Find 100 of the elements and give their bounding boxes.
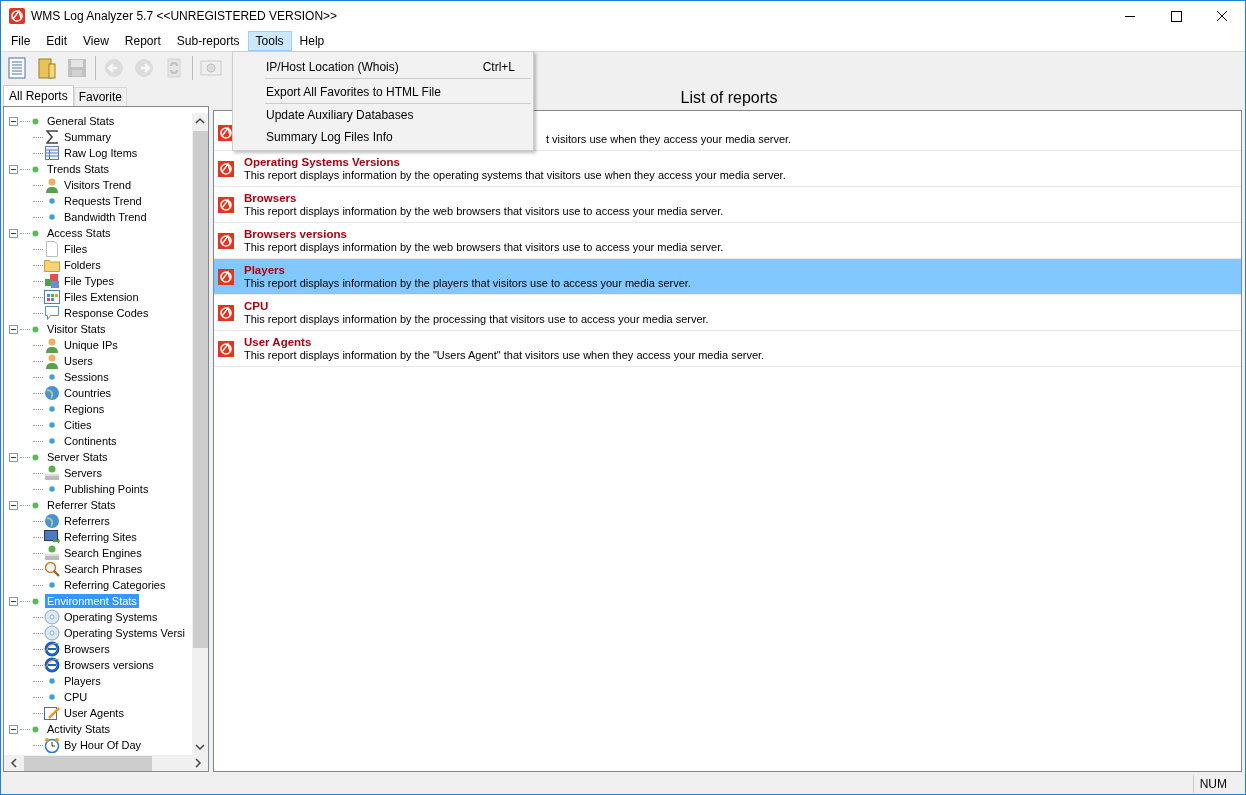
collapse-toggle-icon[interactable] [9,452,18,462]
status-dot-icon [32,117,39,125]
tree-item[interactable]: Folders [64,259,101,271]
tree-item[interactable]: User Agents [64,707,124,719]
tree-item[interactable]: Summary [64,131,112,143]
grid-icon [44,289,60,305]
person-icon [44,177,60,193]
tree-item[interactable]: Files Extension [64,291,139,303]
tree-item[interactable]: Countries [64,387,112,399]
sigma-icon [46,130,58,144]
tree-item[interactable]: Sessions [64,371,109,383]
tree-group[interactable]: Server Stats [45,450,110,464]
bullet-icon [49,406,55,412]
report-title: Browsers [244,191,298,205]
collapse-toggle-icon[interactable] [9,724,18,734]
tree-group[interactable]: Activity Stats [45,722,112,736]
menu-item[interactable]: File [3,31,39,51]
tree-item[interactable]: Unique IPs [64,339,118,351]
scroll-up-icon[interactable] [195,117,205,125]
collapse-toggle-icon[interactable] [9,324,18,334]
tree-item[interactable]: Publishing Points [64,483,149,495]
menu-item[interactable]: Report [116,31,169,51]
report-title: User Agents [244,335,313,349]
menu-item[interactable]: View [75,31,117,51]
tree-group[interactable]: General Stats [45,114,117,128]
report-title: CPU [244,299,270,313]
bullet-icon [49,582,55,588]
alarm-clock-icon [44,737,60,753]
bullet-icon [49,678,55,684]
tab[interactable]: Favorite [73,87,128,106]
browser-e-icon [44,641,60,657]
tree-group[interactable]: Trends Stats [45,162,111,176]
tree-item[interactable]: Regions [64,403,105,415]
tree-item[interactable]: Users [64,355,93,367]
tree-item[interactable]: By Hour Of Day [64,739,142,751]
table-icon [44,145,60,161]
tree-item[interactable]: Referrers [64,515,110,527]
tree-item[interactable]: Visitors Trend [64,179,132,191]
menu-item[interactable]: Edit [38,31,76,51]
tree-item[interactable]: Operating Systems [64,611,158,623]
tree-item[interactable]: Operating Systems Versi [64,627,186,639]
collapse-toggle-icon[interactable] [9,596,18,606]
file-icon [45,241,59,257]
scroll-right-icon[interactable] [194,758,202,768]
tab[interactable]: All Reports [3,85,74,106]
status-dot-icon [32,325,39,333]
scroll-down-icon[interactable] [195,743,205,751]
tree-item[interactable]: Continents [64,435,117,447]
tree-item[interactable]: Requests Trend [64,195,142,207]
tree-item[interactable]: Referring Categories [64,579,166,591]
scroll-left-icon[interactable] [10,758,18,768]
report-description: This report displays information by the processing that visitors use to access your media server. [244,312,709,326]
menu-item[interactable]: Help [291,31,333,51]
tree-item[interactable]: Search Phrases [64,563,143,575]
report-row[interactable]: Browsers This report displays information by the web browsers that visitors use to access your media server. [214,187,1241,223]
menu-item[interactable]: Sub-reports [168,31,248,51]
tree-group[interactable]: Visitor Stats [45,322,108,336]
monitor-icon [44,529,60,545]
tree-item[interactable]: Files [64,243,88,255]
horizontal-scrollbar[interactable] [4,755,208,771]
status-dot-icon [32,725,39,733]
collapse-toggle-icon[interactable] [9,116,18,126]
person-icon [44,353,60,369]
tree-item[interactable]: Browsers [64,643,110,655]
disc-icon [44,609,60,625]
report-description: This report displays information by the operating systems that visitors use when they access your media server. [244,168,786,182]
report-row[interactable]: User Agents This report displays information by the "Users Agent" that visitors use when they access your media server. [214,331,1241,367]
report-description: This report displays information by the "Users Agent" that visitors use when they access your media server. [244,348,765,362]
report-description: This report displays information by the web browsers that visitors use to access your media server. [244,204,724,218]
tree-item[interactable]: Bandwidth Trend [64,211,147,223]
tree-item[interactable]: Raw Log Items [64,147,138,159]
speech-bubble-icon [44,305,60,321]
report-description: This report displays information by the web browsers that visitors use to access your media server. [244,240,724,254]
collapse-toggle-icon[interactable] [9,228,18,238]
tree-item[interactable]: Players [64,675,101,687]
pencil-window-icon [44,705,60,721]
tree-item[interactable]: Browsers versions [64,659,154,671]
menu-item[interactable]: Summary Log Files Info [233,126,533,148]
collapse-toggle-icon[interactable] [9,500,18,510]
tree-item[interactable]: Cities [64,419,92,431]
bullet-icon [49,198,55,204]
report-row[interactable]: CPU This report displays information by the processing that visitors use to access your media server. [214,295,1241,331]
globe-icon [44,385,60,401]
tree-item[interactable]: CPU [64,691,88,703]
tree-group[interactable]: Access Stats [45,226,113,240]
num-lock-indicator: NUM [1192,775,1235,793]
menu-item[interactable]: Tools [247,31,292,51]
vertical-scrollbar[interactable] [192,113,208,755]
tree-item[interactable]: Referring Sites [64,531,137,543]
tree-item[interactable]: Search Engines [64,547,142,559]
tree-item[interactable]: File Types [64,275,114,287]
tree-item[interactable]: Servers [64,467,102,479]
tree-group[interactable]: Referrer Stats [45,498,118,512]
tree-item[interactable]: Response Codes [64,307,149,319]
report-row[interactable]: Players This report displays information by the players that visitors use to access your media server. [214,259,1241,295]
globe-icon [44,513,60,529]
report-icon [218,160,234,177]
report-description: t visitors use when they access your media server. [546,132,792,146]
cubes-icon [44,273,60,289]
collapse-toggle-icon[interactable] [9,164,18,174]
